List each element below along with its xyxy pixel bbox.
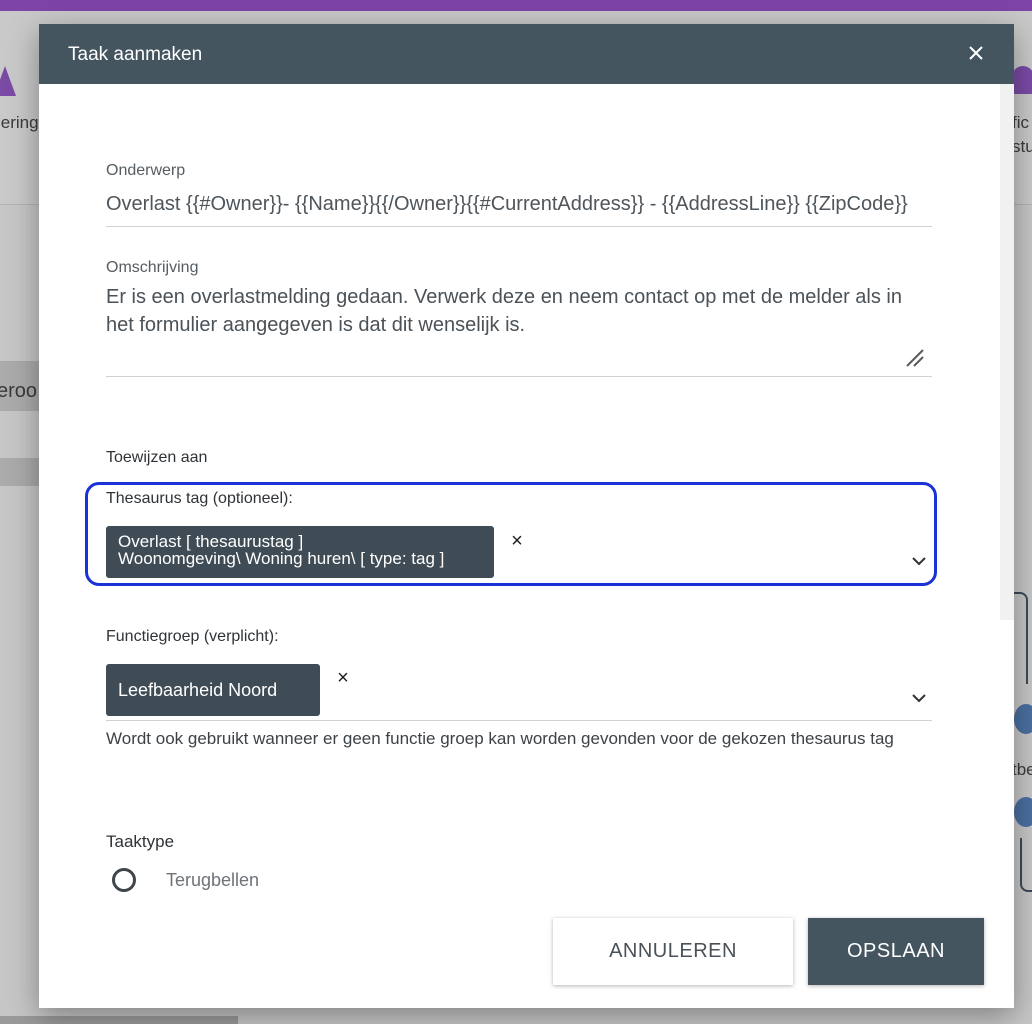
dialog-title: Taak aanmaken	[68, 44, 203, 65]
thesaurus-chip-line1: Overlast [ thesaurustag ]	[118, 532, 304, 551]
warning-icon	[0, 66, 16, 96]
chevron-down-icon[interactable]	[911, 554, 927, 566]
chevron-down-icon[interactable]	[911, 691, 927, 703]
functiegroep-underline	[106, 720, 932, 721]
flow-connector	[1020, 838, 1032, 892]
dialog-scrollbar[interactable]	[1000, 84, 1014, 620]
flow-connector	[1012, 592, 1028, 684]
background-label: stu	[1012, 137, 1032, 156]
save-button[interactable]: OPSLAAN	[808, 918, 984, 985]
flow-node	[1014, 797, 1032, 827]
taaktype-option-label: Terugbellen	[166, 870, 260, 890]
functiegroep-help-text: Wordt ook gebruikt wanneer er geen funct…	[106, 729, 894, 748]
background-label: lering	[0, 113, 39, 132]
cancel-button[interactable]: ANNULEREN	[553, 918, 793, 985]
assign-heading: Toewijzen aan	[106, 449, 208, 466]
thesaurus-label: Thesaurus tag (optioneel):	[106, 490, 293, 507]
bell-icon	[1012, 66, 1032, 94]
thesaurus-chip-line2: Woonomgeving\ Woning huren\ [ type: tag …	[118, 549, 445, 568]
taaktype-label: Taaktype	[106, 832, 175, 851]
description-label: Omschrijving	[106, 259, 199, 276]
background-label: fic	[1012, 113, 1029, 132]
taaktype-radio-terugbellen[interactable]	[112, 868, 136, 892]
create-task-dialog: Taak aanmaken Onderwerp Overlast {{#Owne…	[39, 24, 1014, 1008]
functiegroep-chip-label: Leefbaarheid Noord	[118, 680, 278, 700]
background-label: eroo	[0, 380, 38, 402]
description-textarea[interactable]: Er is een overlastmelding gedaan. Verwer…	[106, 283, 932, 377]
subject-input[interactable]: Overlast {{#Owner}}- {{Name}}{{/Owner}}{…	[106, 189, 932, 227]
close-icon[interactable]	[964, 41, 988, 65]
background-bottom-bar	[0, 1016, 238, 1024]
flow-node	[1014, 704, 1032, 734]
thesaurus-chip-remove-icon[interactable]: ×	[508, 531, 526, 551]
functiegroep-label: Functiegroep (verplicht):	[106, 628, 279, 645]
background-label: tbe	[1012, 760, 1032, 779]
background-block	[0, 458, 42, 486]
functiegroep-chip: Leefbaarheid Noord	[106, 664, 320, 716]
subject-label: Onderwerp	[106, 162, 186, 179]
functiegroep-chip-remove-icon[interactable]: ×	[334, 668, 352, 688]
thesaurus-chip: Overlast [ thesaurustag ] Woonomgeving\ …	[106, 526, 494, 578]
app-top-bar	[0, 0, 1032, 11]
resize-handle-icon[interactable]	[905, 348, 925, 368]
dialog-header: Taak aanmaken	[39, 24, 1014, 84]
